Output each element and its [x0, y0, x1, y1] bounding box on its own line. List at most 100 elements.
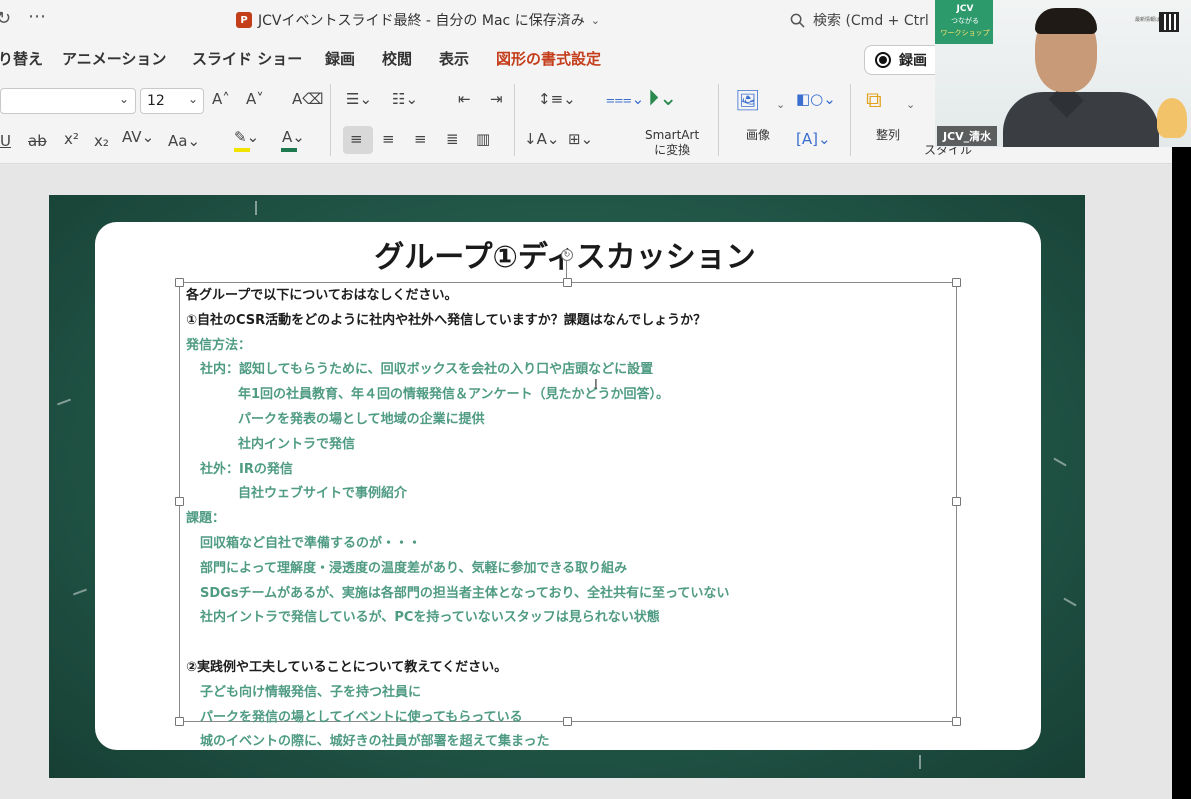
image-icon[interactable]: 🖼	[735, 88, 760, 112]
shapes-icon[interactable]: ◧○⌄	[796, 90, 836, 108]
tab-record[interactable]: 録画	[325, 48, 355, 69]
subscript-icon[interactable]: x₂	[94, 132, 109, 150]
increase-indent-icon[interactable]: ⇥	[490, 90, 503, 108]
search-box[interactable]: 検索 (Cmd + Ctrl	[790, 10, 929, 30]
highlight-color-bar	[234, 148, 250, 152]
search-placeholder: 検索 (Cmd + Ctrl	[813, 13, 929, 29]
font-name-select[interactable]: ⌄	[0, 88, 136, 114]
resize-handle-top[interactable]	[563, 278, 572, 287]
align-center-icon[interactable]: ≡	[382, 130, 395, 148]
ribbon-separator	[514, 84, 515, 156]
resize-handle-right[interactable]	[952, 497, 961, 506]
smartart-label-line1: SmartArt	[645, 128, 700, 142]
slide-body-line: 社外：IRの発信	[200, 462, 293, 477]
decrease-indent-icon[interactable]: ⇤	[458, 90, 471, 108]
slide-body-line: 社内：認知してもらうために、回収ボックスを会社の入り口や店頭などに設置	[200, 362, 654, 377]
chevron-down-icon: ⌄	[118, 92, 129, 106]
chevron-down-icon[interactable]: ⌄	[776, 98, 785, 111]
distributed-icon[interactable]: ▥	[476, 130, 490, 148]
strikethrough-icon[interactable]: ab	[28, 132, 47, 150]
decorative-streak	[255, 201, 257, 215]
clear-format-icon[interactable]: A⌫	[292, 90, 323, 108]
refresh-icon[interactable]: ↻	[0, 8, 11, 29]
ribbon-separator	[718, 84, 719, 156]
resize-handle-left[interactable]	[175, 497, 184, 506]
resize-handle-bottom-left[interactable]	[175, 717, 184, 726]
rotate-icon[interactable]: ↻	[561, 249, 573, 261]
resize-handle-bottom[interactable]	[563, 717, 572, 726]
align-text-icon[interactable]: ⊞⌄	[568, 130, 593, 148]
decorative-streak	[73, 588, 87, 596]
text-cursor-icon: I	[594, 378, 598, 393]
text-direction-icon[interactable]: ↓A⌄	[524, 130, 559, 148]
slide-body-line: ②実践例や工夫していることについて教えてください。	[186, 660, 508, 675]
logo-text: JCV	[937, 4, 993, 15]
smartart-label[interactable]: SmartArt に変換	[645, 128, 699, 158]
logo-subtext: つながる	[951, 17, 979, 25]
video-participant-tile[interactable]: JCV つながる ワークショップ 最新情報は こちら JCV_清水	[935, 0, 1191, 147]
align-left-icon[interactable]: ≡	[350, 130, 363, 148]
character-spacing-icon[interactable]: AV⌄	[122, 128, 154, 146]
font-size-value: 12	[147, 93, 165, 109]
justify-icon[interactable]: ≣	[446, 130, 459, 148]
slide-body-line: ①自社のCSR活動をどのように社内や社外へ発信していますか？課題はなんでしょうか…	[186, 313, 707, 328]
bullets-icon[interactable]: ☰⌄	[346, 90, 372, 108]
resize-handle-bottom-right[interactable]	[952, 717, 961, 726]
grow-font-icon[interactable]: A˄	[212, 90, 230, 108]
logo-line1: JCV	[956, 4, 974, 14]
slide-body-line: 城のイベントの際に、城好きの社員が部署を超えて集まった	[200, 734, 550, 749]
tab-view[interactable]: 表示	[439, 48, 469, 69]
highlighter-icon[interactable]: ✎⌄	[234, 128, 259, 146]
superscript-icon[interactable]: x²	[64, 130, 79, 148]
qr-code-icon	[1159, 12, 1179, 32]
record-button[interactable]: 録画	[864, 45, 944, 75]
change-case-icon[interactable]: Aa⌄	[168, 132, 200, 150]
chevron-down-icon: ⌄	[187, 92, 198, 106]
shrink-font-icon[interactable]: A˅	[246, 90, 264, 108]
more-icon[interactable]: ⋯	[28, 6, 47, 27]
slide-body-line: 部門によって理解度・浸透度の温度差があり、気軽に参加できる取り組み	[200, 561, 628, 576]
slide-body-line: 自社ウェブサイトで事例紹介	[238, 486, 408, 501]
tab-review[interactable]: 校閲	[382, 48, 412, 69]
decorative-streak	[1063, 597, 1077, 607]
tab-animations[interactable]: アニメーション	[62, 48, 166, 69]
resize-handle-top-right[interactable]	[952, 278, 961, 287]
slide-body-line: 各グループで以下についておはなしください。	[186, 288, 458, 303]
textbox-icon[interactable]: [A]⌄	[796, 130, 831, 148]
font-color-icon[interactable]: A⌄	[282, 128, 305, 146]
search-icon	[790, 13, 805, 28]
person-hair	[1035, 8, 1097, 34]
document-title-text: JCVイベントスライド最終 - 自分の Mac に保存済み	[258, 13, 585, 29]
ribbon-separator	[850, 84, 851, 156]
slide-body-line: 子ども向け情報発信、子を持つ社員に	[200, 685, 422, 700]
align-right-icon[interactable]: ≡	[414, 130, 427, 148]
font-size-select[interactable]: 12 ⌄	[140, 88, 204, 114]
tab-slideshow[interactable]: スライド ショー	[192, 48, 302, 69]
slide-body-line: 課題：	[186, 511, 226, 526]
slide-body-line: パークを発表の場として地域の企業に提供	[238, 412, 485, 427]
line-spacing-icon[interactable]: ↕≡⌄	[538, 90, 576, 108]
resize-handle-top-left[interactable]	[175, 278, 184, 287]
arrange-label[interactable]: 整列	[876, 128, 900, 143]
numbering-icon[interactable]: ☷⌄	[392, 90, 418, 108]
record-icon	[875, 52, 891, 68]
tab-transitions[interactable]: り替え	[0, 48, 43, 69]
slide-body-line: パークを発信の場としてイベントに使ってもらっている	[200, 710, 523, 725]
smartart-icon[interactable]: ⏵⌄	[648, 86, 677, 111]
slide-body-line: 社内イントラで発信しているが、PCを持っていないスタッフは見られない状態	[200, 610, 660, 625]
video-backdrop	[1172, 147, 1191, 799]
columns-icon[interactable]: ⩶⌄	[606, 90, 644, 108]
chevron-down-icon[interactable]: ⌄	[906, 98, 915, 111]
image-label[interactable]: 画像	[746, 128, 770, 143]
logo-workshop: ワークショップ	[940, 29, 990, 37]
underline-icon[interactable]: U	[0, 132, 11, 150]
slide-body-line: 回収箱など自社で準備するのが・・・	[200, 536, 422, 551]
slide-body-line: 発信方法：	[186, 338, 252, 353]
powerpoint-icon: P	[236, 12, 252, 28]
mascot-figure	[1157, 98, 1187, 138]
tab-shape-format[interactable]: 図形の書式設定	[496, 48, 601, 69]
slide-body-line: SDGsチームがあるが、実施は各部門の担当者主体となっており、全社共有に至ってい…	[200, 586, 730, 601]
document-title[interactable]: P JCVイベントスライド最終 - 自分の Mac に保存済み ⌄	[236, 10, 600, 30]
arrange-icon[interactable]: ⧉	[866, 88, 882, 113]
participant-name: JCV_清水	[937, 126, 998, 146]
